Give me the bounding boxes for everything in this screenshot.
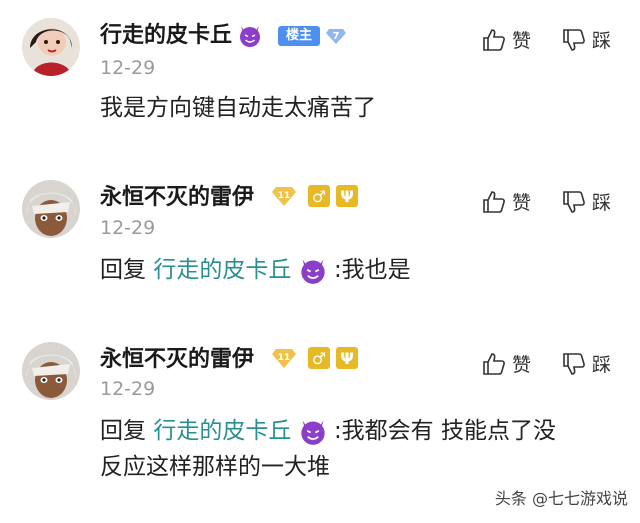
dislike-label: 踩	[592, 354, 612, 376]
thumbs-down-icon	[563, 190, 585, 213]
dislike-label: 踩	[592, 192, 612, 214]
comment-date: 12-29	[100, 57, 156, 79]
comment-text-line: 回复 行走的皮卡丘 :我都会有 技能点了没	[100, 413, 556, 449]
psi-symbol-icon: Ψ	[336, 347, 358, 369]
thumbs-up-icon	[483, 190, 505, 213]
diamond-level-icon: 11	[272, 186, 296, 206]
thumbs-down-icon	[563, 352, 585, 375]
devil-emoji-icon	[300, 419, 325, 445]
mention-link[interactable]: 行走的皮卡丘	[153, 257, 291, 283]
reply-prefix: 回复	[100, 418, 146, 444]
like-button[interactable]: 赞	[482, 350, 531, 377]
psi-symbol-icon: Ψ	[336, 185, 358, 207]
male-symbol-icon: ♂	[308, 347, 330, 369]
thumbs-up-icon	[483, 28, 505, 51]
level-number: 7	[332, 30, 340, 42]
username[interactable]: 行走的皮卡丘	[100, 22, 232, 50]
dislike-button[interactable]: 踩	[562, 26, 611, 53]
comment-text-line2: 反应这样那样的一大堆	[100, 454, 330, 480]
level-number: 11	[277, 353, 291, 363]
thumbs-up-icon	[483, 352, 505, 375]
username[interactable]: 永恒不灭的雷伊	[100, 184, 254, 212]
comment-text-line: 回复 行走的皮卡丘 :我也是	[100, 252, 411, 288]
diamond-level-icon: 7	[326, 28, 347, 44]
avatar[interactable]	[22, 180, 80, 238]
devil-emoji-icon	[300, 258, 325, 284]
username[interactable]: 永恒不灭的雷伊	[100, 346, 254, 374]
like-label: 赞	[512, 192, 532, 214]
like-button[interactable]: 赞	[482, 26, 531, 53]
op-badge: 楼主	[278, 26, 321, 46]
like-label: 赞	[512, 354, 532, 376]
like-button[interactable]: 赞	[482, 188, 531, 215]
dislike-label: 踩	[592, 30, 612, 52]
watermark: 头条 @七七游戏说	[494, 489, 628, 508]
reply-prefix: 回复	[100, 257, 146, 283]
level-number: 11	[277, 191, 291, 201]
thumbs-down-icon	[563, 28, 585, 51]
devil-emoji-icon	[240, 26, 260, 47]
mention-link[interactable]: 行走的皮卡丘	[153, 418, 291, 444]
avatar[interactable]	[22, 18, 80, 76]
comment-1: 行走的皮卡丘 楼主 7 赞 踩 12-29 我是方向键自动走太痛苦了	[0, 0, 640, 150]
dislike-button[interactable]: 踩	[562, 188, 611, 215]
avatar[interactable]	[22, 342, 80, 400]
comment-text: :我也是	[333, 257, 411, 283]
male-symbol-icon: ♂	[308, 185, 330, 207]
comment-text: 我是方向键自动走太痛苦了	[100, 95, 376, 121]
like-label: 赞	[512, 30, 532, 52]
comment-text: :我都会有 技能点了没	[333, 418, 556, 444]
dislike-button[interactable]: 踩	[562, 350, 611, 377]
comment-date: 12-29	[100, 378, 156, 400]
diamond-level-icon: 11	[272, 348, 296, 368]
comment-date: 12-29	[100, 217, 156, 239]
